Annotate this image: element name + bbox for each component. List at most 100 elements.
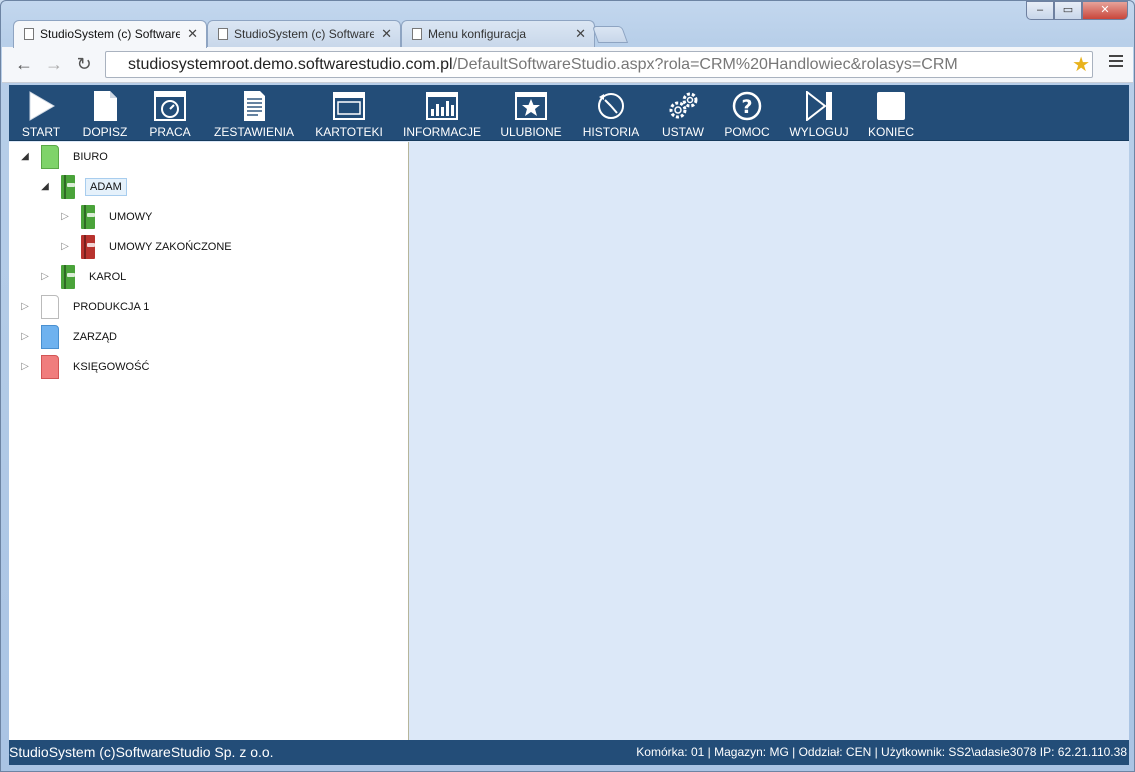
informacje-button[interactable]: INFORMACJE — [401, 89, 483, 139]
bar-chart-icon — [426, 92, 458, 120]
tab-studiosystem-1[interactable]: StudioSystem (c) Software ✕ — [13, 20, 207, 48]
history-icon — [598, 93, 624, 119]
tree-node-label: BIURO — [73, 151, 108, 163]
binder-icon — [81, 235, 95, 259]
gears-icon — [669, 92, 698, 119]
collapse-icon[interactable]: ◢ — [19, 151, 31, 163]
gauge-icon — [154, 91, 186, 121]
bookmark-star-icon[interactable]: ★ — [1072, 52, 1090, 77]
expand-icon[interactable]: ▷ — [59, 241, 71, 253]
historia-label: HISTORIA — [582, 125, 640, 139]
maximize-button[interactable]: ▭ — [1054, 1, 1082, 20]
page-icon — [218, 28, 228, 40]
binder-icon — [61, 175, 75, 199]
tree-node-biuro[interactable]: ◢ BIURO — [19, 144, 112, 170]
window-controls: – ▭ ✕ — [1026, 1, 1128, 21]
svg-text:?: ? — [741, 96, 752, 118]
zestawienia-button[interactable]: ZESTAWIENIA — [209, 89, 299, 139]
expand-icon[interactable]: ▷ — [19, 361, 31, 373]
koniec-label: KONIEC — [867, 125, 914, 139]
ustaw-button[interactable]: USTAW — [657, 89, 709, 139]
stop-icon — [877, 92, 905, 120]
historia-button[interactable]: HISTORIA — [579, 89, 643, 139]
start-label: START — [21, 125, 61, 139]
expand-icon[interactable]: ▷ — [19, 301, 31, 313]
collapse-icon[interactable]: ◢ — [39, 181, 51, 193]
status-session-info: Komórka: 01 | Magazyn: MG | Oddział: CEN… — [636, 745, 1127, 759]
tab-menu-konfiguracja[interactable]: Menu konfiguracja ✕ — [401, 20, 595, 47]
url-host: studiosystemroot.demo.softwarestudio.com… — [128, 56, 453, 73]
star-icon — [515, 92, 547, 120]
praca-button[interactable]: PRACA — [145, 89, 195, 139]
expand-icon[interactable]: ▷ — [19, 331, 31, 343]
ulubione-label: ULUBIONE — [500, 125, 562, 139]
tree-node-zarzad[interactable]: ▷ ZARZĄD — [19, 324, 121, 350]
tree-node-label: KAROL — [89, 271, 127, 283]
folder-doc-icon — [41, 295, 59, 319]
address-bar[interactable]: studiosystemroot.demo.softwarestudio.com… — [105, 51, 1093, 78]
expand-icon[interactable]: ▷ — [39, 271, 51, 283]
ustaw-label: USTAW — [662, 125, 704, 139]
browser-menu-icon[interactable] — [1109, 55, 1123, 67]
reload-button[interactable]: ↻ — [72, 53, 96, 75]
tab-studiosystem-2[interactable]: StudioSystem (c) Software ✕ — [207, 20, 401, 47]
informacje-label: INFORMACJE — [403, 125, 481, 139]
zestawienia-label: ZESTAWIENIA — [213, 125, 294, 139]
url-text: studiosystemroot.demo.softwarestudio.com… — [128, 56, 958, 74]
close-tab-icon[interactable]: ✕ — [187, 21, 198, 47]
folder-doc-icon — [41, 145, 59, 169]
ulubione-button[interactable]: ULUBIONE — [497, 89, 565, 139]
tree-node-label: PRODUKCJA 1 — [73, 301, 150, 313]
browser-window: StudioSystem (c) Software ✕ StudioSystem… — [0, 0, 1135, 772]
folder-tree: ◢ BIURO ◢ ADAM ▷ UMOWY ▷ UMOWY ZAKOŃCZON… — [9, 142, 409, 740]
close-tab-icon[interactable]: ✕ — [575, 21, 586, 47]
pomoc-button[interactable]: ? POMOC — [721, 89, 773, 139]
binder-icon — [81, 205, 95, 229]
page-icon — [24, 28, 34, 40]
dopisz-label: DOPISZ — [82, 125, 128, 139]
back-button[interactable]: ← — [12, 53, 36, 75]
folder-doc-icon — [41, 355, 59, 379]
app-toolbar: START DOPISZ PRACA ZESTAWIENIA KARTOTEKI — [9, 85, 1129, 141]
page-icon — [412, 28, 422, 40]
tree-node-ksiegowosc[interactable]: ▷ KSIĘGOWOŚĆ — [19, 354, 153, 380]
tree-node-label: UMOWY ZAKOŃCZONE — [109, 241, 232, 253]
report-icon — [244, 91, 265, 121]
kartoteki-label: KARTOTEKI — [315, 125, 383, 139]
tab-title: Menu konfiguracja — [428, 27, 527, 41]
tree-node-karol[interactable]: ▷ KAROL — [39, 264, 130, 290]
expand-icon[interactable]: ▷ — [59, 211, 71, 223]
status-bar: StudioSystem (c)SoftwareStudio Sp. z o.o… — [9, 740, 1129, 765]
close-tab-icon[interactable]: ✕ — [381, 21, 392, 47]
help-icon: ? — [732, 91, 762, 121]
url-path: /DefaultSoftwareStudio.aspx?rola=CRM%20H… — [452, 56, 958, 73]
kartoteki-button[interactable]: KARTOTEKI — [311, 89, 387, 139]
tree-node-umowy-zakonczone[interactable]: ▷ UMOWY ZAKOŃCZONE — [59, 234, 236, 260]
tree-node-label: UMOWY — [109, 211, 153, 223]
dopisz-button[interactable]: DOPISZ — [77, 89, 133, 139]
tree-node-label: ZARZĄD — [73, 331, 117, 343]
tab-strip: StudioSystem (c) Software ✕ StudioSystem… — [1, 1, 1134, 48]
tab-title: StudioSystem (c) Software — [40, 27, 180, 41]
koniec-button[interactable]: KONIEC — [863, 89, 919, 139]
pomoc-label: POMOC — [724, 125, 770, 139]
tree-node-produkcja-1[interactable]: ▷ PRODUKCJA 1 — [19, 294, 153, 320]
praca-label: PRACA — [149, 125, 191, 139]
play-icon — [29, 91, 55, 121]
minimize-button[interactable]: – — [1026, 1, 1054, 20]
close-window-button[interactable]: ✕ — [1082, 1, 1128, 20]
status-company: StudioSystem (c)SoftwareStudio Sp. z o.o… — [9, 744, 274, 760]
start-button[interactable]: START — [15, 89, 67, 139]
folder-doc-icon — [41, 325, 59, 349]
window-icon — [333, 92, 365, 120]
browser-toolbar: ← → ↻ studiosystemroot.demo.softwarestud… — [2, 47, 1133, 83]
tree-node-label: ADAM — [85, 178, 127, 196]
skip-icon — [806, 91, 832, 121]
content-panel — [410, 142, 1129, 740]
new-tab-button[interactable] — [591, 26, 629, 43]
forward-button[interactable]: → — [42, 53, 66, 75]
tree-node-label: KSIĘGOWOŚĆ — [73, 361, 150, 373]
tree-node-umowy[interactable]: ▷ UMOWY — [59, 204, 156, 230]
wyloguj-button[interactable]: WYLOGUJ — [787, 89, 851, 139]
tree-node-adam[interactable]: ◢ ADAM — [39, 174, 127, 200]
